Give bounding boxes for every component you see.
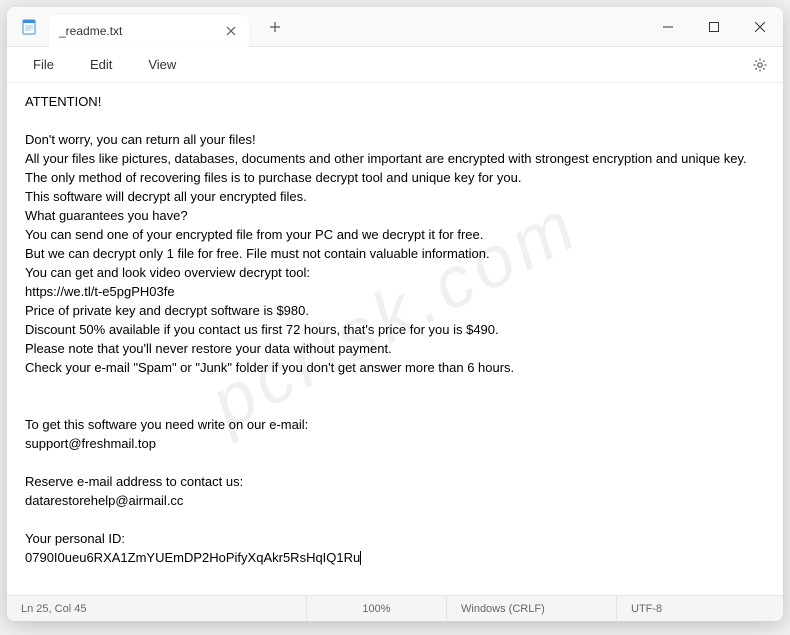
text-editor-area[interactable]: ATTENTION! Don't worry, you can return a…	[7, 83, 783, 595]
tab-title: _readme.txt	[59, 24, 223, 38]
minimize-button[interactable]	[645, 7, 691, 47]
window-controls	[645, 7, 783, 46]
menu-edit[interactable]: Edit	[72, 51, 130, 78]
titlebar: _readme.txt	[7, 7, 783, 47]
status-encoding: UTF-8	[617, 596, 783, 621]
maximize-button[interactable]	[691, 7, 737, 47]
statusbar: Ln 25, Col 45 100% Windows (CRLF) UTF-8	[7, 595, 783, 621]
tab-active[interactable]: _readme.txt	[49, 15, 249, 47]
status-eol: Windows (CRLF)	[447, 596, 617, 621]
status-position: Ln 25, Col 45	[7, 596, 307, 621]
notepad-icon	[21, 19, 37, 35]
status-zoom[interactable]: 100%	[307, 596, 447, 621]
text-caret	[360, 551, 361, 565]
document-text: ATTENTION! Don't worry, you can return a…	[25, 94, 747, 565]
menu-view[interactable]: View	[130, 51, 194, 78]
menubar: File Edit View	[7, 47, 783, 83]
notepad-window: _readme.txt File Edit View	[7, 7, 783, 621]
close-tab-button[interactable]	[223, 23, 239, 39]
gear-icon	[752, 57, 768, 73]
menu-file[interactable]: File	[15, 51, 72, 78]
settings-button[interactable]	[745, 50, 775, 80]
close-window-button[interactable]	[737, 7, 783, 47]
new-tab-button[interactable]	[261, 13, 289, 41]
